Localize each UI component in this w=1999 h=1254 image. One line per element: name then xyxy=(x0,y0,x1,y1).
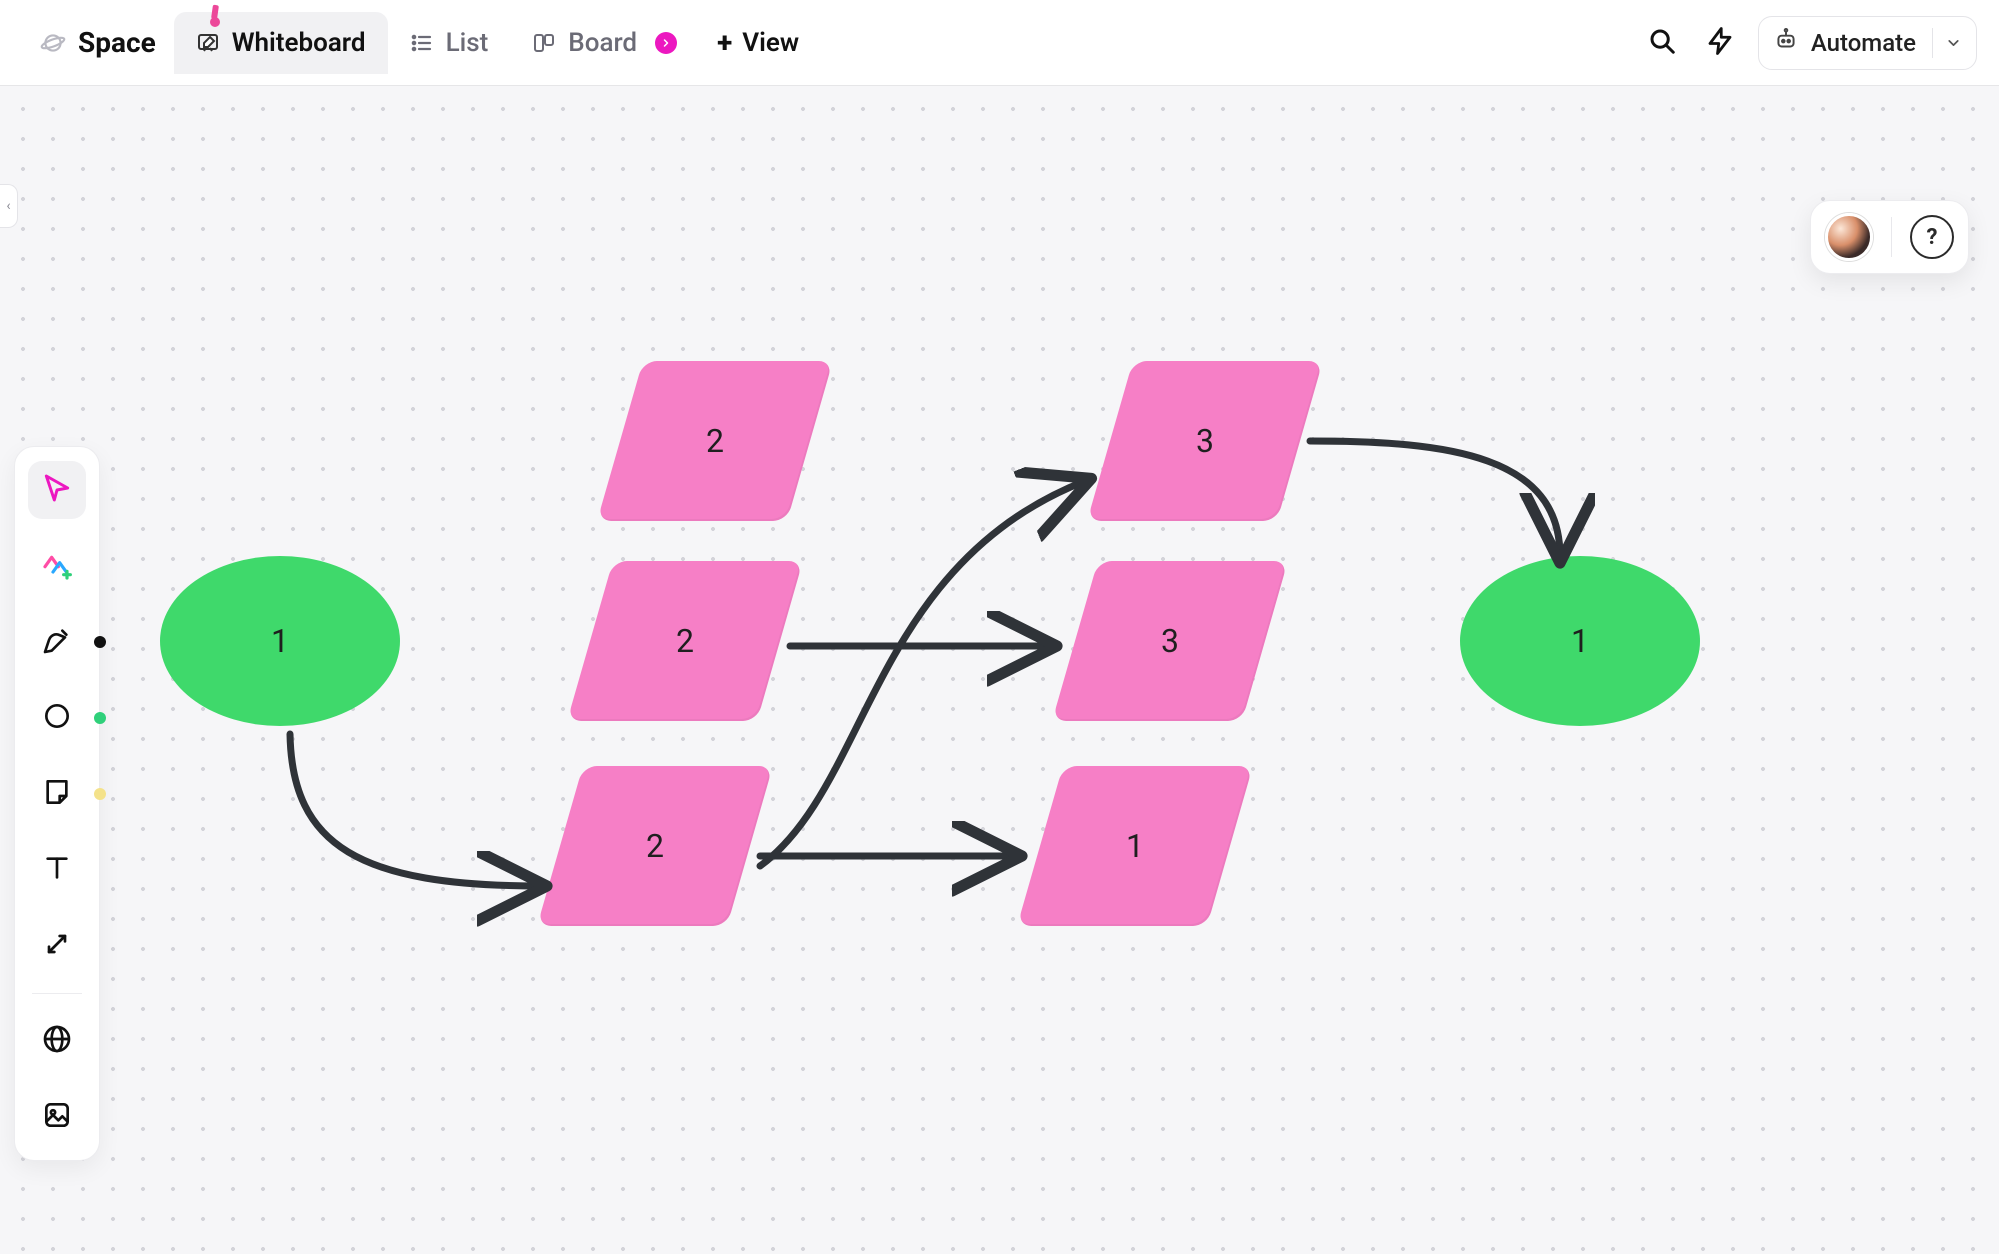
header-left-group: Space Whiteboard xyxy=(22,12,817,74)
shape-label: 3 xyxy=(1110,361,1300,521)
tab-board[interactable]: Board xyxy=(510,12,699,74)
connector-icon xyxy=(41,928,73,964)
lightning-icon xyxy=(1705,26,1735,60)
circle-icon xyxy=(41,700,73,736)
tool-web[interactable] xyxy=(28,1012,86,1070)
plus-icon: + xyxy=(717,26,732,59)
ai-icon xyxy=(41,548,73,584)
header-right-group: Automate xyxy=(1642,16,1977,70)
tool-pen[interactable] xyxy=(28,613,86,671)
space-label: Space xyxy=(78,26,156,59)
tool-shape[interactable] xyxy=(28,689,86,747)
shape-label: 1 xyxy=(271,622,289,660)
robot-icon xyxy=(1773,27,1799,59)
shape-label: 2 xyxy=(590,561,780,721)
shape-parallelogram[interactable]: 2 xyxy=(567,561,803,721)
sticky-note-icon xyxy=(41,776,73,812)
help-button[interactable]: ? xyxy=(1910,215,1954,259)
chevron-down-icon xyxy=(1945,34,1962,52)
whiteboard-canvas[interactable]: ‹ xyxy=(0,86,1999,1254)
add-view-label: View xyxy=(742,28,799,58)
automate-chevron[interactable] xyxy=(1932,28,1962,58)
tab-list-label: List xyxy=(446,28,489,58)
shape-oval-end[interactable]: 1 xyxy=(1460,556,1700,726)
globe-icon xyxy=(41,1023,73,1059)
tool-connector[interactable] xyxy=(28,917,86,975)
user-avatar[interactable] xyxy=(1825,213,1873,261)
tab-board-label: Board xyxy=(568,28,637,58)
whiteboard-icon xyxy=(196,31,220,55)
add-view-button[interactable]: + View xyxy=(699,14,817,71)
shape-parallelogram[interactable]: 2 xyxy=(597,361,833,521)
pen-icon xyxy=(41,624,73,660)
canvas-stage: 1 1 2 2 2 3 3 1 xyxy=(0,86,1999,1254)
tool-ai[interactable] xyxy=(28,537,86,595)
shape-label: 1 xyxy=(1571,622,1589,660)
tool-select[interactable] xyxy=(28,461,86,519)
search-icon xyxy=(1647,26,1677,60)
tab-whiteboard-label: Whiteboard xyxy=(232,28,366,58)
tab-list[interactable]: List xyxy=(388,12,511,74)
collapse-handle[interactable]: ‹ xyxy=(0,184,18,228)
shape-label: 2 xyxy=(620,361,810,521)
tool-image[interactable] xyxy=(28,1088,86,1146)
shape-color-dot[interactable] xyxy=(94,712,106,724)
presence-divider xyxy=(1891,217,1892,257)
board-icon xyxy=(532,31,556,55)
cursor-icon xyxy=(41,472,73,508)
pin-icon xyxy=(206,25,216,35)
toolbar-divider xyxy=(32,993,82,994)
automate-button[interactable]: Automate xyxy=(1758,16,1977,70)
shape-label: 1 xyxy=(1040,766,1230,926)
automate-label: Automate xyxy=(1811,29,1916,57)
tool-text[interactable] xyxy=(28,841,86,899)
space-button[interactable]: Space xyxy=(22,14,174,71)
text-icon xyxy=(41,852,73,888)
chevron-left-icon: ‹ xyxy=(6,198,10,214)
shape-parallelogram[interactable]: 3 xyxy=(1052,561,1288,721)
tool-sticky[interactable] xyxy=(28,765,86,823)
presence-panel: ? xyxy=(1810,200,1969,274)
list-icon xyxy=(410,31,434,55)
shape-parallelogram[interactable]: 2 xyxy=(537,766,773,926)
board-ai-badge-icon xyxy=(655,32,677,54)
tab-whiteboard[interactable]: Whiteboard xyxy=(174,12,388,74)
shape-oval-start[interactable]: 1 xyxy=(160,556,400,726)
quick-action-button[interactable] xyxy=(1700,23,1740,63)
search-button[interactable] xyxy=(1642,23,1682,63)
shape-parallelogram[interactable]: 1 xyxy=(1017,766,1253,926)
image-icon xyxy=(41,1099,73,1135)
sticky-color-dot[interactable] xyxy=(94,788,106,800)
shape-parallelogram[interactable]: 3 xyxy=(1087,361,1323,521)
top-header: Space Whiteboard xyxy=(0,0,1999,86)
planet-icon xyxy=(40,30,66,56)
canvas-toolbar xyxy=(14,446,100,1161)
shape-label: 2 xyxy=(560,766,750,926)
shape-label: 3 xyxy=(1075,561,1265,721)
pen-color-dot[interactable] xyxy=(94,636,106,648)
help-icon: ? xyxy=(1927,225,1938,250)
